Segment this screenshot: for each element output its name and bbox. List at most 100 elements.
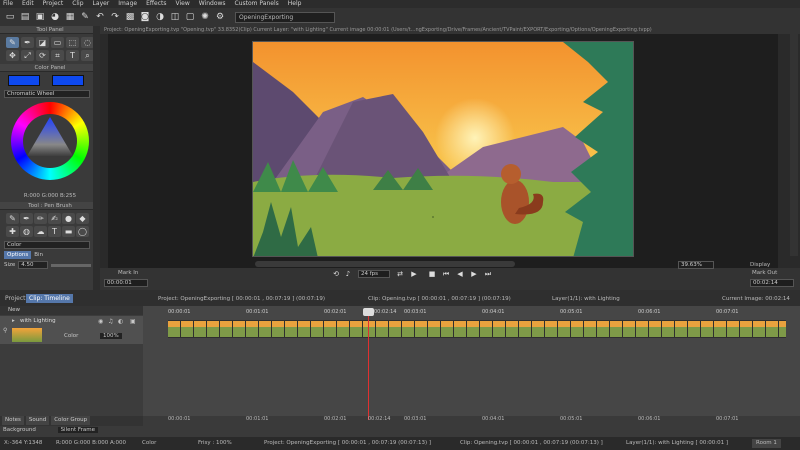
tab-notes[interactable]: Notes — [2, 416, 24, 425]
brush-preset-pencil-icon[interactable]: ✏ — [34, 213, 47, 224]
next-frame-icon[interactable]: ▶ — [470, 270, 478, 278]
eraser-tool-icon[interactable]: ▭ — [51, 37, 64, 48]
brush-preset-smudge-icon[interactable]: ☁ — [34, 226, 47, 237]
menu-edit[interactable]: Edit — [22, 0, 34, 8]
brush-preset-text-icon[interactable]: T — [48, 226, 61, 237]
airbrush-tool-icon[interactable]: ✒ — [21, 37, 34, 48]
menu-custom-panels[interactable]: Custom Panels — [235, 0, 279, 8]
tab-sound[interactable]: Sound — [25, 416, 50, 425]
playhead-handle[interactable] — [363, 308, 374, 316]
brush-preset-stamp-icon[interactable]: ✚ — [6, 226, 19, 237]
crop-tool-icon[interactable]: ⌗ — [51, 50, 64, 61]
loop-icon[interactable]: ⟲ — [332, 270, 340, 278]
layer-track[interactable] — [168, 320, 786, 338]
room-select[interactable]: Room 1 — [752, 439, 781, 448]
brush-color-select[interactable]: Color — [4, 241, 90, 249]
save-icon[interactable]: ▣ — [34, 11, 46, 23]
viewer-vertical-scrollbar[interactable] — [790, 34, 798, 256]
new-icon[interactable]: ▭ — [4, 11, 16, 23]
viewer-horizontal-scrollbar[interactable] — [255, 261, 515, 267]
fill-tool-icon[interactable]: ◪ — [36, 37, 49, 48]
tab-project[interactable]: Project — [2, 294, 29, 303]
menu-help[interactable]: Help — [288, 0, 302, 8]
timeline-bottom-ruler: 00:00:01 00:01:01 00:02:01 00:02:14 00:0… — [160, 416, 785, 424]
light-table-icon[interactable]: ◐ — [118, 318, 123, 325]
open-icon[interactable]: ▤ — [19, 11, 31, 23]
move-tool-icon[interactable]: ✥ — [6, 50, 19, 61]
display-icon[interactable]: ▢ — [184, 11, 196, 23]
brush-preset-flat-icon[interactable]: ▬ — [62, 226, 75, 237]
new-layer-button[interactable]: New — [0, 306, 143, 315]
size-slider[interactable] — [51, 263, 92, 267]
grid-icon[interactable]: ▦ — [64, 11, 76, 23]
stop-icon[interactable]: ■ — [428, 270, 436, 278]
redo-icon[interactable]: ↷ — [109, 11, 121, 23]
palette-icon[interactable]: ◑ — [154, 11, 166, 23]
mark-in-timecode[interactable]: 00:00:01 — [104, 279, 148, 287]
tab-options[interactable]: Options — [4, 251, 32, 259]
brush-preset-ink-icon[interactable]: ✒ — [20, 213, 33, 224]
rotate-tool-icon[interactable]: ⟳ — [36, 50, 49, 61]
brush-preset-blob-icon[interactable]: ● — [62, 213, 75, 224]
playhead-line[interactable] — [368, 308, 369, 420]
lock-icon[interactable]: ⚲ — [3, 327, 7, 334]
last-frame-icon[interactable]: ⏭ — [484, 270, 492, 278]
menu-windows[interactable]: Windows — [199, 0, 226, 8]
frame-thumbnail-sky — [311, 321, 323, 327]
first-frame-icon[interactable]: ⏮ — [442, 270, 450, 278]
primary-color-swatch[interactable] — [8, 75, 40, 86]
frame-thumbnail-sky — [675, 321, 687, 327]
left-panel-scrollbar[interactable] — [93, 26, 100, 290]
brush-preset-pen-icon[interactable]: ✎ — [6, 213, 19, 224]
text-tool-icon[interactable]: T — [66, 50, 79, 61]
background-select[interactable]: Silent Frame — [57, 427, 99, 433]
undo-icon[interactable]: ↶ — [94, 11, 106, 23]
pen-tool-icon[interactable]: ✎ — [6, 37, 19, 48]
menu-clip[interactable]: Clip — [72, 0, 83, 8]
transform-tool-icon[interactable]: ⤢ — [21, 50, 34, 61]
menu-view[interactable]: View — [175, 0, 189, 8]
color-wheel[interactable] — [8, 101, 92, 191]
wheel-mode-select[interactable]: Chromatic Wheel — [4, 90, 90, 98]
brush-preset-blur-icon[interactable]: ◍ — [20, 226, 33, 237]
selection-tool-icon[interactable]: ⬚ — [66, 37, 79, 48]
menu-effects[interactable]: Effects — [146, 0, 166, 8]
tab-clip-timeline[interactable]: Clip: Timeline — [26, 294, 73, 303]
play-icon[interactable]: ▶ — [410, 270, 418, 278]
layer-row[interactable]: ⚲ ▸ with Lighting ◉ ♫ ◐ ▣ Color 100% — [0, 316, 143, 344]
brush-preset-paint-icon[interactable]: ✍ — [48, 213, 61, 224]
size-input[interactable]: 4.50 — [18, 261, 49, 269]
light-icon[interactable]: ✺ — [199, 11, 211, 23]
display-label[interactable]: Display — [750, 262, 770, 268]
fps-select[interactable]: 24 fps — [358, 270, 390, 278]
brush-icon[interactable]: ✎ — [79, 11, 91, 23]
layer-color-icon[interactable]: ▣ — [130, 318, 136, 325]
ping-pong-icon[interactable]: ⇄ — [396, 270, 404, 278]
menu-file[interactable]: File — [3, 0, 13, 8]
layer-opacity[interactable]: 100% — [100, 333, 122, 339]
tab-color-group[interactable]: Color Group — [51, 416, 91, 425]
mark-out-timecode[interactable]: 00:02:14 — [750, 279, 794, 287]
shape-icon[interactable]: ◫ — [169, 11, 181, 23]
color-wheel-icon[interactable]: ◕ — [49, 11, 61, 23]
sound-icon[interactable]: ♫ — [108, 318, 113, 325]
settings-icon[interactable]: ⚙ — [214, 11, 226, 23]
menu-project[interactable]: Project — [43, 0, 64, 8]
expand-icon[interactable]: ▸ — [12, 318, 15, 324]
timeline-ruler[interactable]: 00:00:01 00:01:01 00:02:01 00:02:14 00:0… — [160, 308, 785, 318]
brush-preset-shape-icon[interactable]: ◆ — [76, 213, 89, 224]
layer-name[interactable]: with Lighting — [20, 318, 56, 324]
brush-preset-round-icon[interactable]: ◯ — [76, 226, 89, 237]
tab-bin[interactable]: Bin — [34, 252, 43, 258]
drawing-canvas[interactable] — [252, 41, 634, 257]
zoom-value[interactable]: 39.63% — [678, 261, 714, 269]
secondary-color-swatch[interactable] — [52, 75, 84, 86]
menu-layer[interactable]: Layer — [93, 0, 110, 8]
prev-frame-icon[interactable]: ◀ — [456, 270, 464, 278]
speaker-icon[interactable]: ♪ — [344, 270, 352, 278]
camera-icon[interactable]: ◙ — [139, 11, 151, 23]
visibility-icon[interactable]: ◉ — [98, 318, 103, 325]
checker-icon[interactable]: ▩ — [124, 11, 136, 23]
menu-image[interactable]: Image — [118, 0, 137, 8]
project-select[interactable]: OpeningExporting — [235, 11, 335, 23]
